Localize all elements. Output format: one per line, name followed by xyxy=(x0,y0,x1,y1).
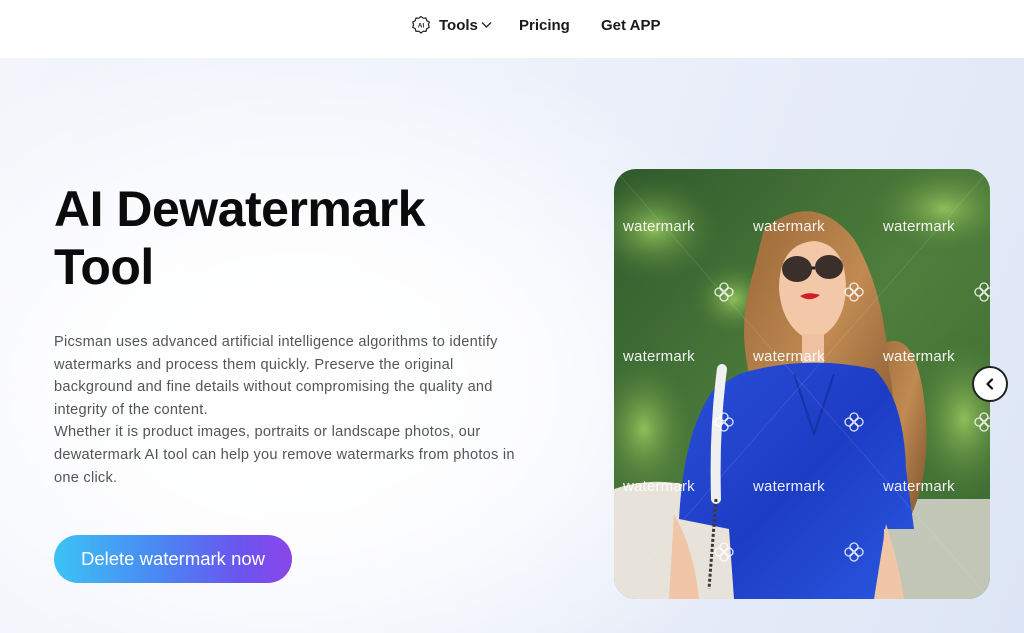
top-navbar: AI Tools Pricing Get APP xyxy=(0,0,1024,50)
compare-slider-handle[interactable] xyxy=(972,366,1008,402)
clover-icon xyxy=(714,412,734,432)
hero-description-paragraph-2: Whether it is product images, portraits … xyxy=(54,424,515,486)
clover-icon xyxy=(974,412,990,432)
watermark-text: watermark xyxy=(753,478,825,495)
clover-icon xyxy=(844,282,864,302)
nav-tools-menu[interactable]: AI Tools xyxy=(411,15,492,35)
chevron-down-icon xyxy=(481,21,492,29)
clover-icon xyxy=(844,542,864,562)
watermark-text: watermark xyxy=(623,478,695,495)
clover-icon xyxy=(844,412,864,432)
page-title-line-1: AI Dewatermark xyxy=(54,181,425,237)
watermark-text: watermark xyxy=(623,348,695,365)
chevron-left-icon xyxy=(986,378,994,390)
page-title: AI Dewatermark Tool xyxy=(54,180,534,296)
watermark-preview-image: watermark watermark watermark watermark … xyxy=(614,169,990,599)
hero-description-paragraph-1: Picsman uses advanced artificial intelli… xyxy=(54,334,498,418)
delete-watermark-button[interactable]: Delete watermark now xyxy=(54,535,292,583)
watermark-text: watermark xyxy=(883,218,955,235)
clover-icon xyxy=(974,282,990,302)
clover-icon xyxy=(714,542,734,562)
clover-icon xyxy=(714,282,734,302)
ai-badge-icon: AI xyxy=(411,15,431,35)
nav-tools-label: Tools xyxy=(439,16,478,34)
hero-description: Picsman uses advanced artificial intelli… xyxy=(54,331,524,489)
watermark-text: watermark xyxy=(883,348,955,365)
watermark-text: watermark xyxy=(753,348,825,365)
nav-get-app-link[interactable]: Get APP xyxy=(601,15,660,35)
watermark-text: watermark xyxy=(753,218,825,235)
page-title-line-2: Tool xyxy=(54,239,154,295)
watermark-text: watermark xyxy=(883,478,955,495)
svg-text:AI: AI xyxy=(418,23,425,30)
watermark-text: watermark xyxy=(623,218,695,235)
nav-pricing-link[interactable]: Pricing xyxy=(519,15,570,35)
